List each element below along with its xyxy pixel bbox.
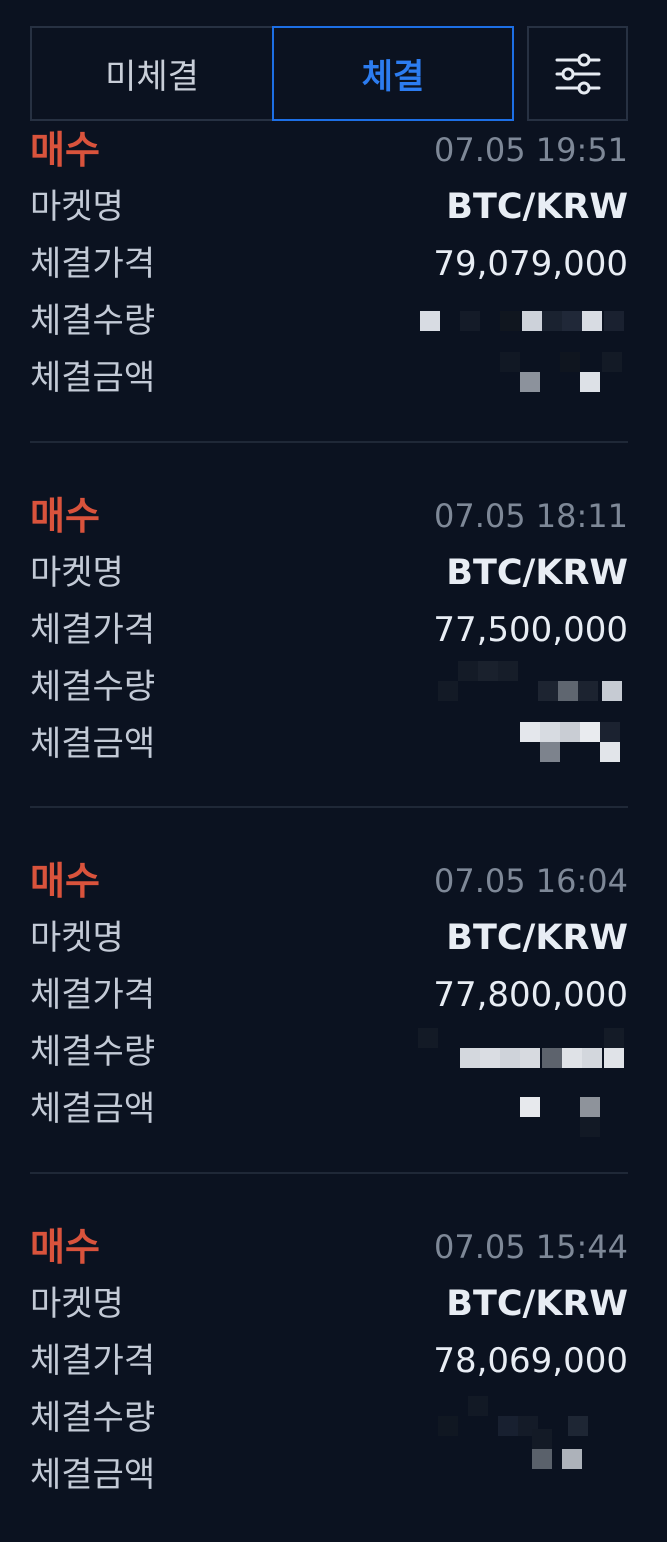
price-value: 77,800,000 <box>433 975 628 1015</box>
order-time: 07.05 15:44 <box>434 1228 628 1266</box>
order-header: 매수 07.05 19:51 <box>30 122 628 178</box>
order-header: 매수 07.05 16:04 <box>30 853 628 909</box>
market-label: 마켓명 <box>30 553 124 593</box>
order-time: 07.05 18:11 <box>434 497 628 535</box>
order-time: 07.05 19:51 <box>434 131 628 169</box>
amount-row: 체결금액 <box>30 1429 628 1503</box>
price-value: 79,079,000 <box>433 244 628 284</box>
quantity-label: 체결수량 <box>30 1398 156 1438</box>
price-value: 78,069,000 <box>433 1341 628 1381</box>
sliders-icon <box>554 52 602 96</box>
amount-redacted <box>518 1081 628 1137</box>
divider <box>30 441 628 443</box>
market-row: 마켓명 BTC/KRW <box>30 545 628 601</box>
price-row: 체결가격 79,079,000 <box>30 236 628 292</box>
price-row: 체결가격 77,800,000 <box>30 967 628 1023</box>
order-side: 매수 <box>30 494 100 538</box>
price-label: 체결가격 <box>30 975 156 1015</box>
price-label: 체결가격 <box>30 244 156 284</box>
price-row: 체결가격 77,500,000 <box>30 602 628 658</box>
amount-row: 체결금액 <box>30 350 628 406</box>
quantity-label: 체결수량 <box>30 667 156 707</box>
market-value: BTC/KRW <box>446 553 628 593</box>
market-label: 마켓명 <box>30 918 124 958</box>
amount-label: 체결금액 <box>30 724 156 764</box>
quantity-redacted <box>418 1024 628 1080</box>
quantity-row: 체결수량 <box>30 659 628 715</box>
market-row: 마켓명 BTC/KRW <box>30 910 628 966</box>
order-entry: 매수 07.05 16:04 마켓명 BTC/KRW 체결가격 77,800,0… <box>30 853 628 1143</box>
order-tabs: 미체결 체결 <box>30 26 628 121</box>
order-entry: 매수 07.05 15:44 마켓명 BTC/KRW 체결가격 78,069,0… <box>30 1219 628 1509</box>
quantity-redacted <box>438 659 628 715</box>
order-header: 매수 07.05 18:11 <box>30 488 628 544</box>
quantity-label: 체결수량 <box>30 301 156 341</box>
quantity-label: 체결수량 <box>30 1032 156 1072</box>
price-label: 체결가격 <box>30 610 156 650</box>
amount-label: 체결금액 <box>30 1089 156 1129</box>
amount-row: 체결금액 <box>30 1081 628 1137</box>
order-entry: 매수 07.05 18:11 마켓명 BTC/KRW 체결가격 77,500,0… <box>30 488 628 778</box>
quantity-redacted <box>418 293 628 349</box>
divider <box>30 1172 628 1174</box>
order-time: 07.05 16:04 <box>434 862 628 900</box>
quantity-row: 체결수량 <box>30 293 628 349</box>
order-side: 매수 <box>30 859 100 903</box>
order-side: 매수 <box>30 1225 100 1269</box>
divider <box>30 806 628 808</box>
amount-label: 체결금액 <box>30 1455 156 1495</box>
market-label: 마켓명 <box>30 187 124 227</box>
market-row: 마켓명 BTC/KRW <box>30 1276 628 1332</box>
price-label: 체결가격 <box>30 1341 156 1381</box>
market-label: 마켓명 <box>30 1284 124 1324</box>
quantity-row: 체결수량 <box>30 1024 628 1080</box>
tab-filled[interactable]: 체결 <box>272 26 514 121</box>
order-header: 매수 07.05 15:44 <box>30 1219 628 1275</box>
price-row: 체결가격 78,069,000 <box>30 1333 628 1389</box>
order-side: 매수 <box>30 128 100 172</box>
market-value: BTC/KRW <box>446 918 628 958</box>
amount-redacted <box>528 1429 628 1503</box>
amount-redacted <box>498 350 628 406</box>
amount-row: 체결금액 <box>30 716 628 772</box>
amount-label: 체결금액 <box>30 358 156 398</box>
market-value: BTC/KRW <box>446 187 628 227</box>
amount-redacted <box>518 716 628 772</box>
price-value: 77,500,000 <box>433 610 628 650</box>
market-row: 마켓명 BTC/KRW <box>30 179 628 235</box>
tab-unfilled[interactable]: 미체결 <box>30 26 272 121</box>
order-entry: 매수 07.05 19:51 마켓명 BTC/KRW 체결가격 79,079,0… <box>30 122 628 412</box>
filter-button[interactable] <box>527 26 628 121</box>
market-value: BTC/KRW <box>446 1284 628 1324</box>
